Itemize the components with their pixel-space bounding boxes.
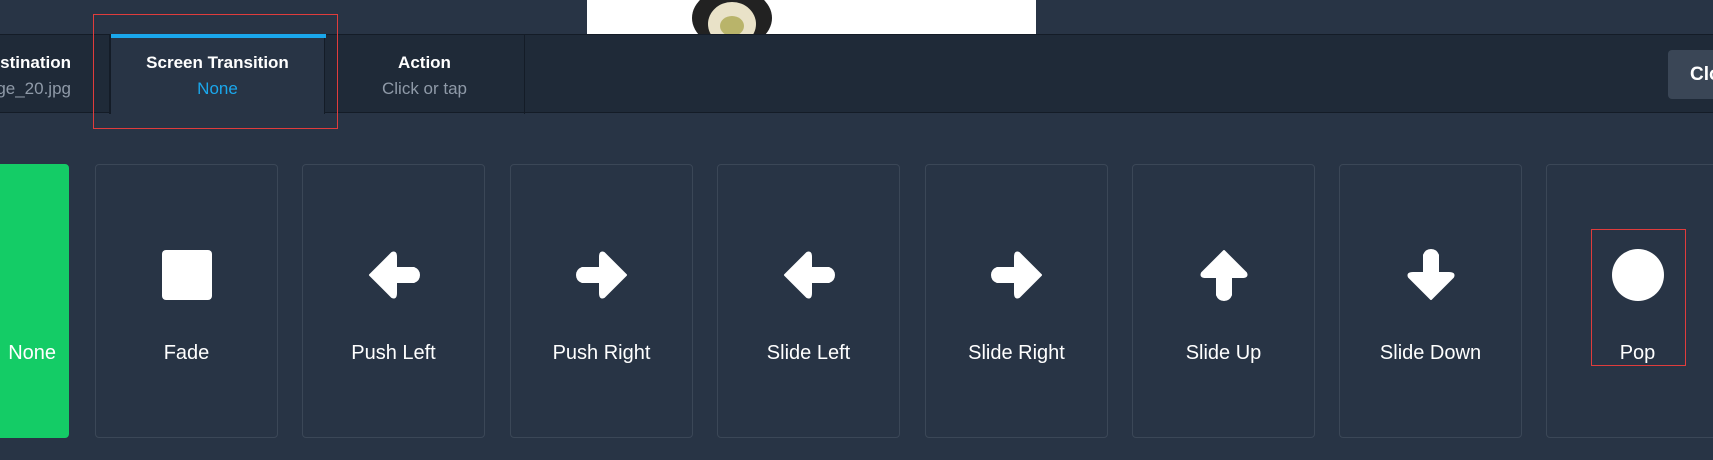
transition-card-slide-up[interactable]: Slide Up bbox=[1132, 164, 1315, 438]
tab-destination[interactable]: Destination image_20.jpg bbox=[0, 35, 110, 114]
transition-label: Push Left bbox=[351, 342, 436, 364]
transition-card-slide-right[interactable]: Slide Right bbox=[925, 164, 1108, 438]
arrow-up-icon bbox=[1200, 250, 1247, 301]
canvas-area bbox=[0, 0, 1713, 34]
transition-card-push-left[interactable]: Push Left bbox=[302, 164, 485, 438]
transition-card-push-right[interactable]: Push Right bbox=[510, 164, 693, 438]
transition-label: None bbox=[8, 342, 56, 364]
arrow-left-icon bbox=[783, 251, 835, 299]
transition-label: Slide Left bbox=[766, 342, 851, 364]
properties-tabbar: Destination image_20.jpg Screen Transiti… bbox=[0, 34, 1713, 114]
transition-card-pop[interactable]: Pop bbox=[1546, 164, 1713, 438]
transition-card-fade[interactable]: Fade bbox=[95, 164, 278, 438]
arrow-right-icon bbox=[990, 251, 1042, 299]
transition-label: Slide Up bbox=[1185, 342, 1262, 364]
tab-action[interactable]: Action Click or tap bbox=[325, 35, 525, 114]
transition-label: Slide Right bbox=[968, 342, 1065, 364]
tab-screen-transition[interactable]: Screen Transition None bbox=[110, 34, 326, 114]
transition-label: Fade bbox=[163, 342, 210, 364]
image-preview[interactable] bbox=[587, 0, 1036, 34]
transition-label: Slide Down bbox=[1379, 342, 1482, 364]
arrow-left-icon bbox=[368, 251, 420, 299]
arrow-right-icon bbox=[575, 251, 627, 299]
tab-destination-value: image_20.jpg bbox=[0, 79, 71, 98]
tab-action-title: Action bbox=[398, 53, 451, 72]
transition-card-slide-down[interactable]: Slide Down bbox=[1339, 164, 1522, 438]
cat-image bbox=[692, 0, 772, 34]
transition-card-none[interactable]: None bbox=[0, 164, 69, 438]
tab-action-value: Click or tap bbox=[381, 79, 468, 98]
transition-card-slide-left[interactable]: Slide Left bbox=[717, 164, 900, 438]
transition-label: Pop bbox=[1619, 342, 1656, 364]
transition-editor: Destination image_20.jpg Screen Transiti… bbox=[0, 0, 1713, 460]
tab-transition-value: None bbox=[197, 79, 238, 98]
transition-label: Push Right bbox=[552, 342, 651, 364]
arrow-down-icon bbox=[1407, 249, 1454, 300]
tab-destination-title: Destination bbox=[0, 53, 71, 72]
close-button[interactable]: Close bbox=[1668, 50, 1713, 99]
circle-icon bbox=[1611, 249, 1664, 301]
tab-transition-title: Screen Transition bbox=[146, 53, 289, 72]
square-icon bbox=[161, 250, 212, 300]
